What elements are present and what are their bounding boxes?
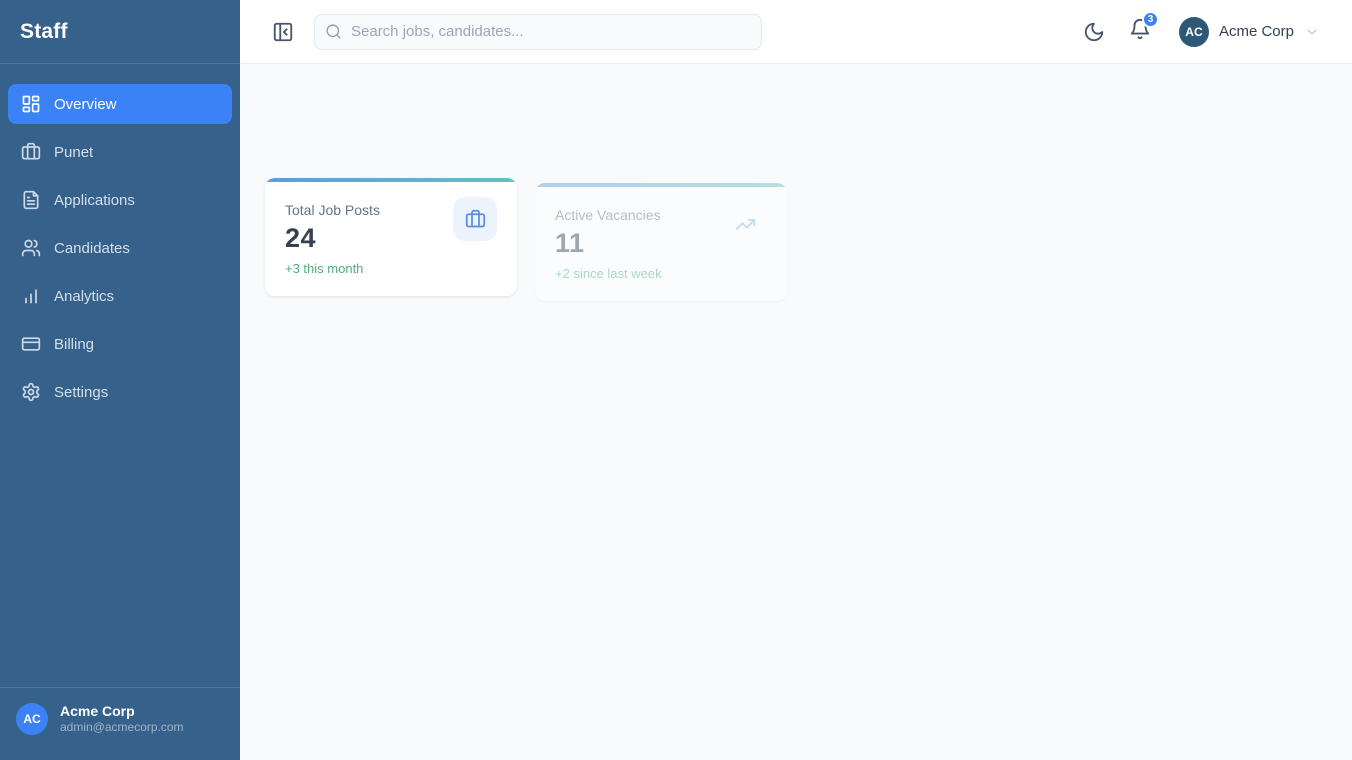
credit-card-icon	[21, 334, 41, 354]
dark-mode-toggle-button[interactable]	[1083, 21, 1105, 43]
bar-chart-icon	[21, 286, 41, 306]
avatar: AC	[1178, 16, 1209, 47]
stat-icon-container	[453, 197, 497, 241]
app-logo: Staff	[20, 19, 68, 43]
sidebar-item-overview[interactable]: Overview	[8, 84, 232, 124]
account-name: Acme Corp	[1218, 23, 1294, 40]
users-icon	[21, 238, 41, 258]
stats-cards-row: Total Job Posts 24 +3 this month Active …	[265, 178, 1352, 301]
account-menu-button[interactable]: AC Acme Corp	[1178, 16, 1320, 47]
gear-icon	[21, 382, 41, 402]
panel-left-close-icon	[272, 21, 294, 43]
sidebar-item-label: Billing	[54, 335, 95, 353]
sidebar-nav: Overview Punet Applications Candidates A…	[0, 64, 240, 687]
sidebar-item-label: Analytics	[54, 287, 115, 305]
moon-icon	[1083, 21, 1105, 43]
sidebar-item-label: Overview	[54, 95, 117, 113]
card-body: Active Vacancies 11 +2 since last week	[535, 187, 787, 281]
layout-dashboard-icon	[21, 94, 41, 114]
stat-label: Active Vacancies	[555, 207, 661, 223]
stat-value: 24	[285, 223, 317, 253]
search-container	[314, 13, 762, 50]
sidebar-item-analytics[interactable]: Analytics	[8, 276, 232, 316]
sidebar-item-label: Candidates	[54, 239, 130, 257]
stat-card-active-vacancies[interactable]: Active Vacancies 11 +2 since last week	[535, 183, 787, 301]
collapse-sidebar-button[interactable]	[272, 21, 294, 43]
file-text-icon	[21, 190, 41, 210]
trending-up-icon	[735, 214, 756, 235]
sidebar: Staff Overview Punet Applications Candid…	[0, 0, 240, 760]
topbar: 3 AC Acme Corp	[240, 0, 1352, 64]
stat-value: 11	[555, 228, 585, 258]
avatar: AC	[16, 703, 48, 736]
sidebar-header: Staff	[0, 0, 240, 64]
sidebar-user-card[interactable]: AC Acme Corp admin@acmecorp.com	[0, 687, 240, 750]
notifications-button[interactable]: 3	[1129, 11, 1159, 45]
stat-delta: +3 this month	[285, 261, 364, 276]
stat-card-total-job-posts[interactable]: Total Job Posts 24 +3 this month	[265, 178, 517, 296]
sidebar-item-label: Applications	[54, 191, 135, 209]
sidebar-item-candidates[interactable]: Candidates	[8, 228, 232, 268]
sidebar-item-billing[interactable]: Billing	[8, 324, 232, 364]
notification-count-badge: 3	[1141, 11, 1159, 28]
stat-icon-container	[723, 202, 767, 246]
sidebar-item-punet[interactable]: Punet	[8, 132, 232, 172]
sidebar-user-email: admin@acmecorp.com	[60, 720, 184, 735]
sidebar-item-label: Settings	[54, 383, 109, 401]
chevron-down-icon	[1304, 24, 1320, 40]
app-root: Staff Overview Punet Applications Candid…	[0, 0, 1352, 760]
topbar-actions: 3 AC Acme Corp	[1083, 11, 1320, 47]
card-body: Total Job Posts 24 +3 this month	[265, 182, 517, 276]
stat-label: Total Job Posts	[285, 202, 380, 218]
search-icon	[325, 23, 342, 40]
search-input[interactable]	[314, 13, 762, 50]
sidebar-item-settings[interactable]: Settings	[8, 372, 232, 412]
briefcase-icon	[465, 209, 486, 230]
main-content: Total Job Posts 24 +3 this month Active …	[240, 64, 1352, 760]
briefcase-icon	[21, 142, 41, 162]
sidebar-item-label: Punet	[54, 143, 94, 161]
sidebar-item-applications[interactable]: Applications	[8, 180, 232, 220]
main-column: 3 AC Acme Corp Total Job Posts	[240, 0, 1352, 760]
sidebar-user-name: Acme Corp	[60, 703, 135, 720]
stat-delta: +2 since last week	[555, 266, 662, 281]
